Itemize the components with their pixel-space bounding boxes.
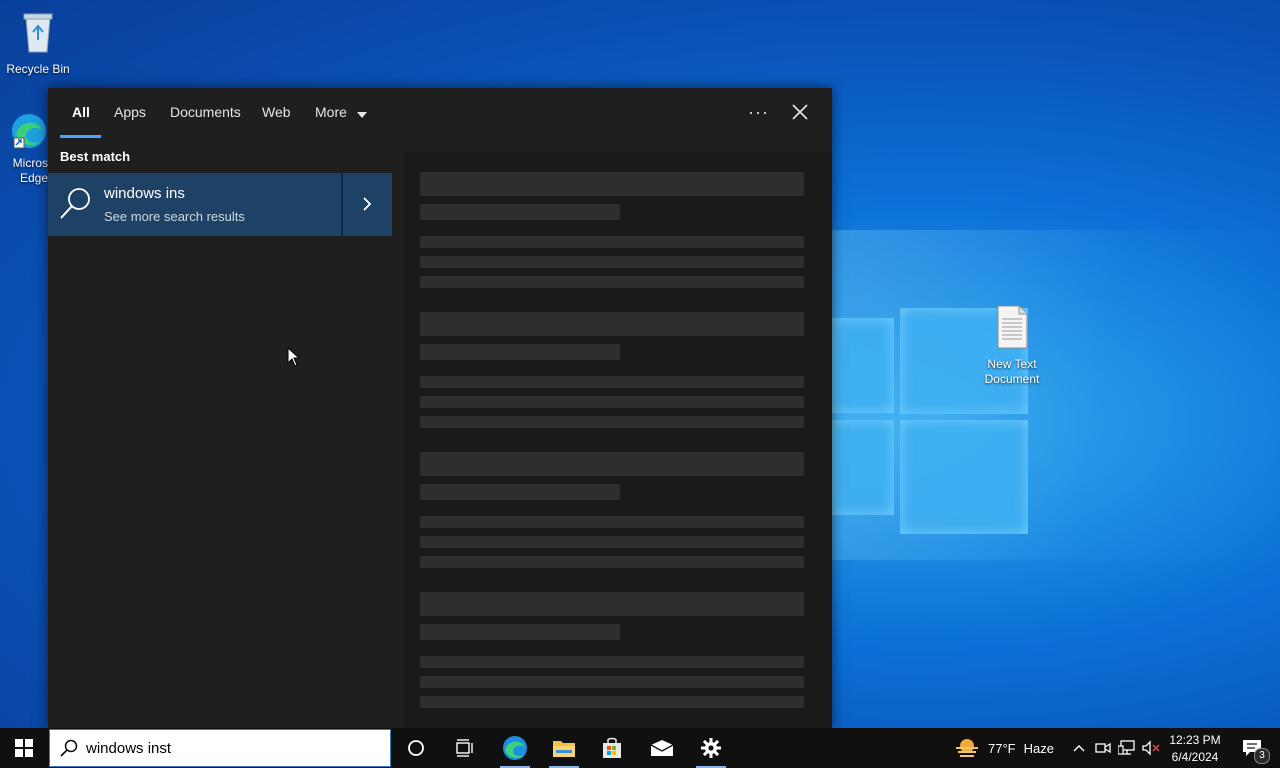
weather-temperature: 77°F bbox=[988, 740, 1016, 756]
taskbar-search-box[interactable] bbox=[49, 729, 391, 767]
close-icon bbox=[792, 104, 808, 120]
folder-icon bbox=[553, 741, 575, 757]
mouse-pointer-icon bbox=[287, 346, 301, 372]
search-input[interactable] bbox=[86, 738, 376, 758]
best-match-result[interactable]: windows ins See more search results bbox=[48, 173, 341, 236]
close-button[interactable] bbox=[790, 102, 810, 122]
best-match-subtitle: See more search results bbox=[104, 209, 245, 224]
tab-more-label: More bbox=[315, 104, 347, 120]
task-view-button[interactable] bbox=[444, 728, 484, 768]
network-icon bbox=[1118, 740, 1135, 755]
store-bag-icon bbox=[603, 737, 621, 758]
show-hidden-icons-button[interactable] bbox=[1068, 728, 1090, 768]
start-button[interactable] bbox=[0, 728, 48, 768]
search-tabs: All Apps Documents Web More ··· bbox=[48, 88, 832, 140]
action-center-button[interactable]: 3 bbox=[1232, 728, 1272, 768]
tab-apps[interactable]: Apps bbox=[114, 104, 146, 120]
mail-icon bbox=[650, 740, 674, 756]
taskbar-settings-button[interactable] bbox=[690, 728, 732, 768]
taskbar-mail-button[interactable] bbox=[642, 728, 682, 768]
weather-condition: Haze bbox=[1023, 740, 1054, 756]
search-icon bbox=[58, 185, 94, 226]
haze-sun-icon bbox=[956, 739, 978, 757]
tab-documents[interactable]: Documents bbox=[170, 104, 241, 120]
cortana-circle-icon bbox=[408, 740, 424, 756]
desktop-icon-label: Micros Edge bbox=[12, 156, 48, 185]
windows-start-icon bbox=[15, 739, 33, 757]
gear-icon bbox=[701, 738, 721, 758]
edge-icon bbox=[6, 112, 48, 154]
taskbar-file-explorer-button[interactable] bbox=[542, 728, 586, 768]
task-view-icon bbox=[456, 739, 473, 757]
chevron-up-icon bbox=[1073, 745, 1085, 752]
clock-date: 6/4/2024 bbox=[1171, 749, 1219, 764]
text-document-icon bbox=[974, 305, 1050, 353]
best-match-heading: Best match bbox=[60, 149, 131, 164]
taskbar-store-button[interactable] bbox=[592, 728, 632, 768]
best-match-title: windows ins bbox=[104, 185, 185, 202]
clock[interactable]: 12:23 PM 6/4/2024 bbox=[1164, 728, 1226, 768]
tab-more[interactable]: More bbox=[315, 104, 367, 121]
tray-meet-button[interactable] bbox=[1092, 728, 1114, 768]
desktop-icon-label: New Text Document bbox=[984, 357, 1040, 386]
edge-icon bbox=[503, 736, 527, 760]
volume-muted-icon bbox=[1142, 740, 1160, 756]
preview-pane-loading bbox=[404, 152, 832, 728]
tray-volume-button[interactable] bbox=[1140, 728, 1162, 768]
desktop-icon-label: Recycle Bin bbox=[6, 62, 70, 76]
chevron-right-icon bbox=[362, 197, 372, 216]
caret-down-icon bbox=[356, 105, 367, 121]
more-options-button[interactable]: ··· bbox=[748, 102, 769, 123]
search-icon bbox=[60, 739, 78, 762]
camera-icon bbox=[1095, 742, 1111, 754]
best-match-open-button[interactable] bbox=[343, 173, 392, 236]
tab-all[interactable]: All bbox=[72, 104, 90, 120]
desktop-icon-new-text-document[interactable]: New Text Document bbox=[974, 305, 1050, 387]
taskbar-edge-button[interactable] bbox=[494, 728, 536, 768]
cortana-button[interactable] bbox=[396, 728, 436, 768]
desktop-icon-edge[interactable]: Micros Edge bbox=[0, 112, 48, 186]
tab-web[interactable]: Web bbox=[262, 104, 291, 120]
search-panel: All Apps Documents Web More ··· Best mat… bbox=[48, 88, 832, 728]
clock-time: 12:23 PM bbox=[1169, 732, 1221, 747]
tray-network-button[interactable] bbox=[1116, 728, 1138, 768]
desktop-icon-recycle-bin[interactable]: Recycle Bin bbox=[0, 8, 76, 77]
notification-badge: 3 bbox=[1254, 748, 1270, 764]
weather-widget[interactable]: 77°F Haze bbox=[954, 728, 1062, 768]
recycle-bin-icon bbox=[0, 8, 76, 58]
tab-active-indicator bbox=[60, 135, 101, 138]
